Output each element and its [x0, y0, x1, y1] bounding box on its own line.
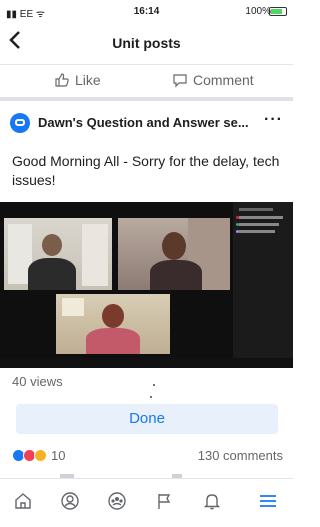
menu-icon [260, 495, 276, 507]
home-icon [15, 493, 31, 509]
video-controls-bar [0, 358, 293, 368]
loading-dot [153, 384, 155, 386]
comment-icon [173, 74, 187, 88]
haha-reaction-icon [34, 448, 47, 462]
post-text: Good Morning All - Sorry for the delay, … [12, 153, 280, 188]
participant-list-panel [233, 202, 293, 368]
groups-tab[interactable] [105, 489, 129, 513]
profile-tab[interactable] [58, 489, 82, 513]
comment-label: Comment [193, 72, 254, 88]
comment-button[interactable]: Comment [172, 72, 254, 88]
video-tile-participant [4, 218, 112, 290]
loading-dot [150, 396, 152, 398]
post-action-bar: Like Comment [0, 64, 293, 101]
reaction-count: 10 [51, 447, 66, 463]
battery-percent: 100% [245, 6, 271, 17]
home-tab[interactable] [11, 489, 35, 513]
groups-icon [108, 492, 126, 510]
battery-icon [269, 7, 287, 16]
more-options-button[interactable]: ··· [264, 111, 283, 129]
pages-icon [158, 494, 171, 509]
like-button[interactable]: Like [54, 72, 101, 88]
notifications-tab[interactable] [200, 489, 224, 513]
bottom-tab-bar [0, 478, 293, 527]
like-label: Like [75, 72, 101, 88]
video-player[interactable] [0, 202, 293, 368]
video-tile-participant [118, 218, 230, 290]
notifications-icon [203, 494, 221, 510]
status-bar: ▮▮ EE ᯤ 16:14 100% [0, 0, 293, 22]
nav-header: Unit posts [0, 22, 293, 65]
post-header: Dawn's Question and Answer se... ··· [0, 101, 293, 145]
thumbs-up-icon [55, 73, 69, 87]
profile-icon [61, 492, 79, 510]
comments-count-link[interactable]: 130 comments [198, 448, 283, 463]
menu-tab[interactable] [256, 489, 280, 513]
reactions-summary[interactable]: 10 [12, 446, 65, 464]
page-title: Unit posts [112, 35, 181, 51]
view-count: 40 views [12, 374, 63, 389]
video-group-icon [10, 113, 30, 133]
video-tile-participant [56, 294, 170, 354]
pages-tab[interactable] [152, 489, 176, 513]
done-button[interactable]: Done [16, 404, 278, 434]
group-name-link[interactable]: Dawn's Question and Answer se... [38, 115, 248, 130]
